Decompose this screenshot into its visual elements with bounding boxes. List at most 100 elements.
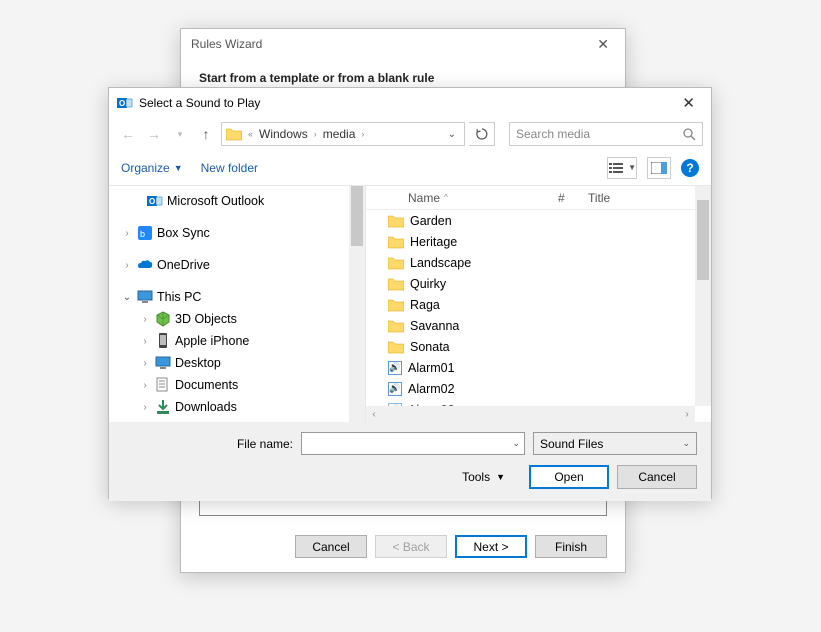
nav-forward-icon: → [143,122,165,146]
sort-asc-icon: ^ [444,193,448,202]
filename-row: File name: ⌄ Sound Files ⌄ [123,432,697,455]
view-mode-button[interactable]: ▼ [607,157,637,179]
chevron-right-icon[interactable]: › [139,314,151,325]
chevron-right-icon[interactable]: › [139,358,151,369]
downloads-icon [155,399,171,415]
search-input[interactable]: Search media [509,122,703,146]
column-header-title[interactable]: Title [588,191,711,205]
sound-file-icon: 🔊 [388,361,402,375]
folder-icon [388,256,404,270]
column-header-num[interactable]: # [558,191,588,205]
file-row-folder[interactable]: Sonata [366,336,695,357]
svg-text:b: b [140,229,145,239]
documents-icon [155,377,171,393]
column-header-name[interactable]: Name ^ [408,191,558,205]
wizard-finish-button[interactable]: Finish [535,535,607,558]
filename-input[interactable]: ⌄ [301,432,525,455]
svg-text:O: O [119,99,125,108]
new-folder-button[interactable]: New folder [201,161,258,175]
cancel-button[interactable]: Cancel [617,465,697,489]
organize-menu[interactable]: Organize ▼ [121,161,183,175]
tree-item-3dobjects[interactable]: › 3D Objects [109,308,365,330]
address-dropdown-icon[interactable]: ⌄ [444,129,460,140]
file-row-folder[interactable]: Quirky [366,273,695,294]
file-row-sound[interactable]: 🔊Alarm02 [366,378,695,399]
file-list-pane: Name ^ # Title Garden Heritage Landscape… [366,186,711,422]
preview-pane-button[interactable] [647,157,671,179]
address-bar[interactable]: « Windows › media › ⌄ [221,122,465,146]
file-row-folder[interactable]: Heritage [366,231,695,252]
wizard-close-icon[interactable]: ✕ [591,34,615,55]
file-row-folder[interactable]: Raga [366,294,695,315]
tree-item-boxsync[interactable]: › b Box Sync [109,222,365,244]
search-placeholder: Search media [516,127,590,141]
chevron-down-icon: ▼ [628,163,636,172]
tools-menu[interactable]: Tools ▼ [462,470,505,484]
3d-objects-icon [155,311,171,327]
file-hscrollbar[interactable]: ‹ › [366,406,695,422]
folder-icon [388,298,404,312]
tree-item-documents[interactable]: › Documents [109,374,365,396]
outlook-icon: O [117,95,133,111]
folder-icon [388,214,404,228]
bottom-panel: File name: ⌄ Sound Files ⌄ Tools ▼ Open … [109,422,711,501]
tree-scrollbar[interactable] [349,186,365,422]
folder-icon [388,340,404,354]
outlook-icon: O [147,193,163,209]
chevron-right-icon[interactable]: › [121,260,133,271]
file-dialog-window: O Select a Sound to Play ✕ ← → ▾ ↑ « Win… [108,87,712,499]
file-vscrollbar[interactable] [695,186,711,406]
breadcrumb-seg-1[interactable]: Windows [259,127,308,141]
filename-dropdown-icon[interactable]: ⌄ [512,438,520,449]
wizard-titlebar: Rules Wizard ✕ [181,29,625,59]
tree-item-iphone[interactable]: › Apple iPhone [109,330,365,352]
tree-item-downloads[interactable]: › Downloads [109,396,365,418]
scroll-right-icon[interactable]: › [679,409,695,420]
tree-item-outlook[interactable]: O Microsoft Outlook [109,190,365,212]
folder-icon [388,235,404,249]
file-type-filter[interactable]: Sound Files ⌄ [533,432,697,455]
dialog-titlebar: O Select a Sound to Play ✕ [109,88,711,118]
button-row: Tools ▼ Open Cancel [123,465,697,489]
breadcrumb-chevron-icon: › [361,129,364,139]
tree-item-desktop[interactable]: › Desktop [109,352,365,374]
nav-up-icon[interactable]: ↑ [195,122,217,146]
folder-icon [388,319,404,333]
open-button[interactable]: Open [529,465,609,489]
help-icon[interactable]: ? [681,159,699,177]
chevron-right-icon[interactable]: › [139,380,151,391]
wizard-next-button[interactable]: Next > [455,535,527,558]
svg-text:O: O [149,197,155,206]
chevron-down-icon[interactable]: ⌄ [121,292,133,303]
chevron-right-icon[interactable]: › [139,336,151,347]
pc-icon [137,289,153,305]
file-list: Garden Heritage Landscape Quirky Raga Sa… [366,210,695,406]
column-headers: Name ^ # Title [366,186,711,210]
wizard-button-row: Cancel < Back Next > Finish [295,535,607,558]
file-row-folder[interactable]: Savanna [366,315,695,336]
file-row-sound[interactable]: 🔊Alarm01 [366,357,695,378]
content-area: O Microsoft Outlook › b Box Sync › OneDr… [109,186,711,422]
dialog-close-icon[interactable]: ✕ [674,92,703,114]
tree-item-onedrive[interactable]: › OneDrive [109,254,365,276]
file-row-folder[interactable]: Landscape [366,252,695,273]
chevron-down-icon: ▼ [496,472,505,482]
chevron-right-icon[interactable]: › [139,402,151,413]
navigation-row: ← → ▾ ↑ « Windows › media › ⌄ Search med… [109,118,711,150]
sound-file-icon: 🔊 [388,382,402,396]
file-row-folder[interactable]: Garden [366,210,695,231]
filter-dropdown-icon: ⌄ [682,438,690,449]
wizard-cancel-button[interactable]: Cancel [295,535,367,558]
tree-item-thispc[interactable]: ⌄ This PC [109,286,365,308]
wizard-title: Rules Wizard [191,37,262,51]
scroll-left-icon[interactable]: ‹ [366,409,382,420]
chevron-right-icon[interactable]: › [121,228,133,239]
wizard-heading: Start from a template or from a blank ru… [199,71,434,85]
box-icon: b [137,225,153,241]
folder-icon [388,277,404,291]
file-row-sound[interactable]: 🔊Alarm03 [366,399,695,406]
refresh-button[interactable] [469,122,495,146]
dialog-title: Select a Sound to Play [139,96,260,110]
nav-recent-dropdown-icon[interactable]: ▾ [169,122,191,146]
breadcrumb-seg-2[interactable]: media [323,127,356,141]
